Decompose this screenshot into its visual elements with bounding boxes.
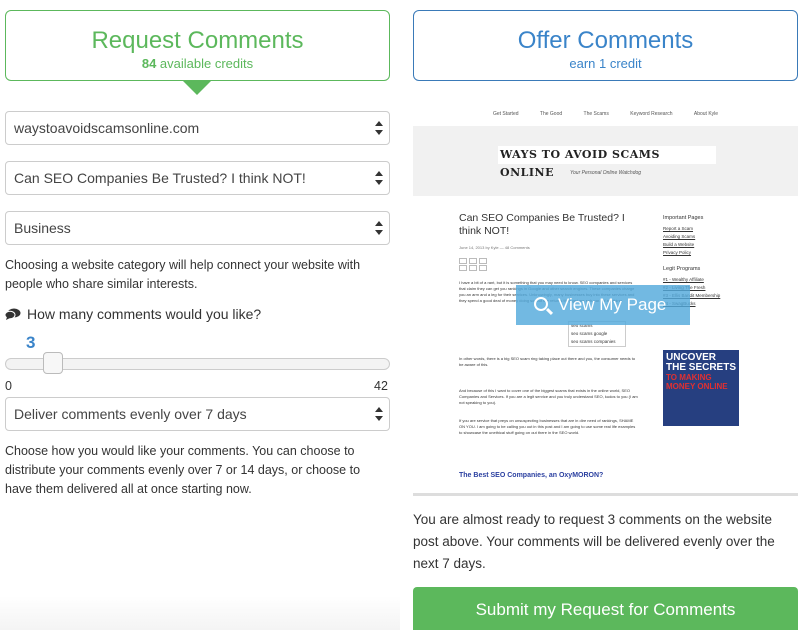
credits-count: 84 — [141, 56, 157, 71]
view-my-page-label: View My Page — [558, 295, 667, 314]
suggest-item: seo scams companies — [571, 339, 616, 344]
offer-comments-subtitle: earn 1 credit — [569, 56, 642, 71]
comments-slider-handle[interactable] — [43, 352, 63, 374]
preview-post-title: Can SEO Companies Be Trusted? I think NO… — [459, 212, 625, 237]
preview-nav-item: About Kyle — [693, 111, 719, 117]
ad-line: THE SECRETS — [666, 362, 737, 373]
delivery-select[interactable]: Deliver comments evenly over 7 days — [5, 397, 390, 431]
website-select-value: waystoavoidscamsonline.com — [14, 120, 200, 136]
category-select[interactable]: Business — [5, 211, 390, 245]
preview-nav-item: Keyword Research — [630, 111, 673, 117]
post-select-value: Can SEO Companies Be Trusted? I think NO… — [14, 170, 306, 186]
view-my-page-button[interactable]: View My Page — [516, 285, 690, 325]
suggest-item: seo scams google — [571, 331, 608, 336]
preview-tagline: Your Personal Online Watchdog — [569, 170, 642, 176]
sidebar-link: Privacy Policy — [663, 250, 692, 255]
active-tab-arrow — [183, 81, 211, 95]
sidebar-heading: Legit Programs — [663, 266, 701, 272]
available-credits: 84 available credits — [6, 56, 389, 71]
preview-nav: Get Started The Good The Scams Keyword R… — [413, 111, 798, 117]
category-help-text: Choosing a website category will help co… — [5, 258, 361, 291]
delivery-help-text: Choose how you would like your comments.… — [5, 444, 361, 496]
preview-nav-item: The Scams — [583, 111, 609, 117]
ad-line: MONEY ONLINE — [666, 382, 728, 391]
comments-bubble-icon — [5, 308, 21, 320]
select-arrows-icon — [375, 221, 383, 235]
preview-subheading: The Best SEO Companies, an OxyMORON? — [459, 472, 604, 479]
preview-ad-banner: UNCOVER THE SECRETS TO MAKING MONEY ONLI… — [663, 350, 739, 426]
preview-paragraph: And because of this I want to cover one … — [459, 388, 638, 405]
slider-max-label: 42 — [374, 379, 388, 393]
preview-paragraph: In other words, there is a big SEO scam … — [459, 356, 636, 367]
preview-paragraph: If you are service that preys on unsuspe… — [459, 418, 636, 435]
slider-min-label: 0 — [5, 379, 12, 393]
request-comments-tab[interactable]: Request Comments 84 available credits — [5, 10, 390, 81]
post-select[interactable]: Can SEO Companies Be Trusted? I think NO… — [5, 161, 390, 195]
page-fade — [0, 596, 400, 630]
offer-comments-title: Offer Comments — [517, 27, 694, 54]
offer-comments-tab[interactable]: Offer Comments earn 1 credit — [413, 10, 798, 81]
magnifier-icon — [534, 297, 548, 311]
select-arrows-icon — [375, 121, 383, 135]
sidebar-link: Build a Website — [663, 242, 695, 247]
sidebar-link: Avoiding Scams — [663, 234, 696, 239]
sidebar-link: #1 - Wealthy Affiliate — [663, 277, 704, 282]
sidebar-heading: Important Pages — [663, 215, 704, 221]
select-arrows-icon — [375, 407, 383, 421]
preview-share-buttons — [459, 258, 489, 272]
credits-suffix: available credits — [156, 56, 254, 71]
delivery-select-value: Deliver comments evenly over 7 days — [14, 406, 247, 422]
request-comments-title: Request Comments — [91, 27, 304, 54]
category-select-value: Business — [14, 220, 71, 236]
preview-meta: June 14, 2013 by Kyle — 48 Comments — [459, 245, 530, 250]
preview-nav-item: The Good — [539, 111, 563, 117]
website-select[interactable]: waystoavoidscamsonline.com — [5, 111, 390, 145]
request-summary: You are almost ready to request 3 commen… — [413, 512, 775, 571]
ad-line: TO MAKING — [666, 373, 712, 382]
comments-question-label: How many comments would you like? — [27, 306, 262, 322]
submit-request-button[interactable]: Submit my Request for Comments — [413, 587, 798, 630]
select-arrows-icon — [375, 171, 383, 185]
sidebar-link: Report a Scam — [663, 226, 694, 231]
preview-header: WAYS TO AVOID SCAMS ONLINE — [413, 126, 798, 196]
preview-nav-item: Get Started — [492, 111, 519, 117]
slider-value: 3 — [26, 333, 36, 352]
preview-logo: WAYS TO AVOID SCAMS ONLINE — [498, 146, 716, 179]
comments-question: How many comments would you like? — [5, 306, 261, 322]
